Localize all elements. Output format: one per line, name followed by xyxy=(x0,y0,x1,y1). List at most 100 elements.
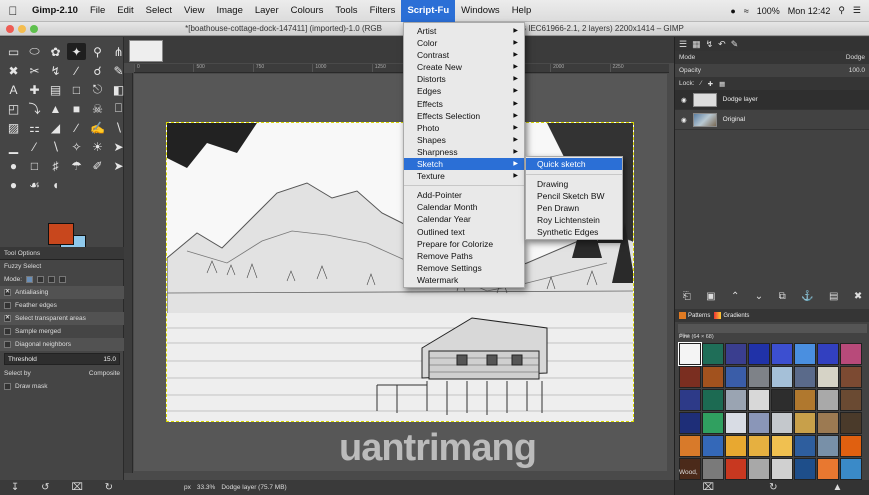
pattern-swatch[interactable] xyxy=(748,366,770,388)
antialiasing-checkbox[interactable]: ✕ xyxy=(4,289,11,296)
pattern-swatch[interactable] xyxy=(794,343,816,365)
layer-name[interactable]: Dodge layer xyxy=(723,96,758,103)
menu-item-artist[interactable]: Artist ▶ xyxy=(404,25,524,37)
new-group-icon[interactable]: ▣ xyxy=(706,291,715,302)
submenu-item-synthetic-edges[interactable]: Synthetic Edges xyxy=(526,226,622,238)
layer-mode-row[interactable]: Mode Dodge xyxy=(675,51,869,64)
layer-row-dodge[interactable]: ◉ Dodge layer xyxy=(675,90,869,110)
layers-tab-icon[interactable]: ☰ xyxy=(679,39,687,50)
lower-layer-icon[interactable]: ⌄ xyxy=(755,291,763,302)
align-icon[interactable]: ▤ xyxy=(46,81,65,98)
ink-icon[interactable]: ▁ xyxy=(4,138,23,155)
handle-icon[interactable]: ☠ xyxy=(88,100,107,117)
opacity-row[interactable]: Opacity 100.0 xyxy=(675,64,869,77)
menu-view[interactable]: View xyxy=(178,0,210,22)
pattern-swatch[interactable] xyxy=(771,389,793,411)
menu-file[interactable]: File xyxy=(84,0,111,22)
diagonal-row[interactable]: Diagonal neighbors xyxy=(0,338,124,351)
menu-item-calendar-year[interactable]: Calendar Year xyxy=(404,213,524,225)
save-options-icon[interactable]: ↧ xyxy=(11,482,19,493)
duplicate-layer-icon[interactable]: ⧉ xyxy=(779,291,786,302)
pattern-swatch[interactable] xyxy=(771,366,793,388)
pattern-swatch[interactable] xyxy=(771,343,793,365)
menu-item-watermark[interactable]: Watermark xyxy=(404,274,524,286)
lock-pixels-icon[interactable]: ∕ xyxy=(701,80,702,87)
layer-mode-dropdown[interactable]: Dodge xyxy=(846,54,865,61)
apple-icon[interactable]:  xyxy=(0,4,26,18)
minimize-window-button[interactable] xyxy=(18,25,26,33)
move-icon[interactable]: ✚ xyxy=(25,81,44,98)
raise-layer-icon[interactable]: ⌃ xyxy=(731,291,739,302)
sample-merged-checkbox[interactable] xyxy=(4,328,11,335)
menu-item-sharpness[interactable]: Sharpness ▶ xyxy=(404,146,524,158)
pattern-swatch[interactable] xyxy=(748,343,770,365)
heal-icon[interactable]: ∖ xyxy=(46,138,65,155)
battery-label[interactable]: 100% xyxy=(757,6,780,16)
bucket-icon[interactable]: ▨ xyxy=(4,119,23,136)
zoom-icon[interactable]: ⚲ xyxy=(88,43,107,60)
pattern-swatch[interactable] xyxy=(678,342,702,366)
menu-item-create-new[interactable]: Create New ▶ xyxy=(404,61,524,73)
open-as-image-icon[interactable]: ▲ xyxy=(833,482,843,493)
zoom-dropdown[interactable]: 33.3% xyxy=(197,484,215,491)
feather-checkbox[interactable] xyxy=(4,302,11,309)
sample-merged-row[interactable]: Sample merged xyxy=(0,325,124,338)
dodge-burn-icon[interactable]: ◖ xyxy=(46,176,65,193)
clone-icon[interactable]: ⁄ xyxy=(25,138,44,155)
menu-item-distorts[interactable]: Distorts ▶ xyxy=(404,73,524,85)
menu-item-shapes[interactable]: Shapes ▶ xyxy=(404,134,524,146)
pattern-swatch[interactable] xyxy=(817,343,839,365)
search-tool-icon[interactable]: ☌ xyxy=(88,62,107,79)
ellipse-select-icon[interactable]: ⬭ xyxy=(25,43,44,60)
pattern-swatch[interactable] xyxy=(794,366,816,388)
menu-help[interactable]: Help xyxy=(506,0,538,22)
search-icon[interactable]: ⚲ xyxy=(838,5,845,16)
delete-icon[interactable]: ⌧ xyxy=(71,482,83,493)
opacity-value[interactable]: 100.0 xyxy=(849,67,865,74)
pattern-swatch[interactable] xyxy=(794,458,816,480)
menu-layer[interactable]: Layer xyxy=(249,0,285,22)
gradients-tab[interactable]: Gradients xyxy=(714,312,749,319)
pattern-swatch[interactable] xyxy=(679,366,701,388)
pattern-filter-input[interactable]: filter xyxy=(678,324,867,339)
pattern-swatch[interactable] xyxy=(840,343,862,365)
select-by-dropdown[interactable]: Composite xyxy=(89,370,120,377)
draw-mask-row[interactable]: Draw mask xyxy=(0,380,124,393)
free-select-icon[interactable]: ✿ xyxy=(46,43,65,60)
menu-item-sketch[interactable]: Sketch ▶ xyxy=(404,158,524,171)
scale-icon[interactable]: ⎋ xyxy=(88,81,107,98)
eye-icon[interactable]: ◉ xyxy=(681,96,687,104)
submenu-item-roy-lichtenstein[interactable]: Roy Lichtenstein xyxy=(526,214,622,226)
lock-position-icon[interactable]: ✚ xyxy=(708,80,713,88)
clock[interactable]: Mon 12:42 xyxy=(788,6,831,16)
drop-icon[interactable]: ● xyxy=(4,176,23,193)
pattern-swatch[interactable] xyxy=(840,412,862,434)
menu-item-contrast[interactable]: Contrast ▶ xyxy=(404,49,524,61)
mypaint-icon[interactable]: □ xyxy=(25,157,44,174)
paintbrush-icon[interactable]: ⚏ xyxy=(25,119,44,136)
submenu-item-drawing[interactable]: Drawing xyxy=(526,178,622,190)
feather-row[interactable]: Feather edges xyxy=(0,299,124,312)
scissors-icon[interactable]: ✂ xyxy=(25,62,44,79)
menu-edit[interactable]: Edit xyxy=(111,0,139,22)
layer-row-original[interactable]: ◉ Original xyxy=(675,110,869,130)
dodge-icon[interactable]: ☀ xyxy=(88,138,107,155)
fill-icon[interactable]: ● xyxy=(4,157,23,174)
menu-item-edges[interactable]: Edges ▶ xyxy=(404,85,524,97)
pattern-swatch[interactable] xyxy=(702,389,724,411)
menu-filters[interactable]: Filters xyxy=(364,0,402,22)
draw-mask-checkbox[interactable] xyxy=(4,383,11,390)
smudge-icon[interactable]: ✧ xyxy=(67,138,86,155)
pattern-swatch[interactable] xyxy=(748,458,770,480)
antialiasing-row[interactable]: ✕ Antialiasing xyxy=(0,286,124,299)
mode-replace-button[interactable] xyxy=(26,276,34,283)
merge-icon[interactable]: ▤ xyxy=(829,291,838,302)
patterns-tab[interactable]: Patterns xyxy=(679,312,710,319)
foreground-select-icon[interactable]: ☂ xyxy=(67,157,86,174)
delete-layer-icon[interactable]: ✖ xyxy=(854,291,862,302)
close-window-button[interactable] xyxy=(6,25,14,33)
warp-icon[interactable]: ■ xyxy=(67,100,86,117)
refresh-icon[interactable]: ↻ xyxy=(769,482,777,493)
pattern-swatch[interactable] xyxy=(679,435,701,457)
menu-item-add-pointer[interactable]: Add-Pointer xyxy=(404,189,524,201)
